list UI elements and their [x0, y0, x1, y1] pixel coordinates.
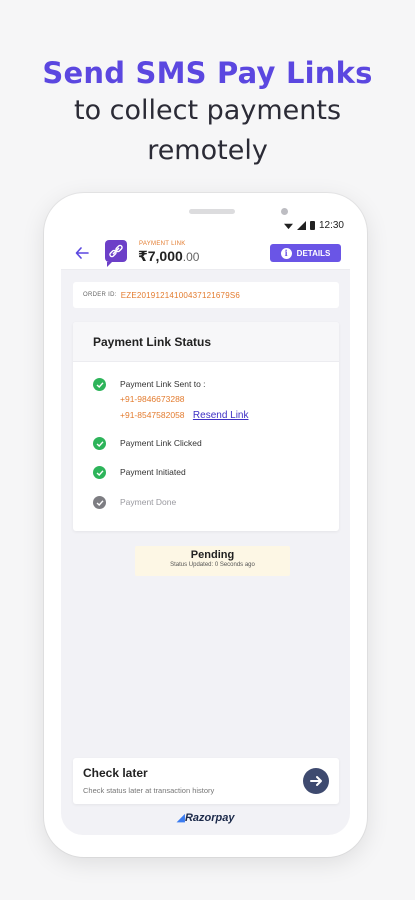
- camera: [281, 208, 288, 215]
- step-label: Payment Link Clicked: [120, 438, 202, 448]
- check-later-title: Check later: [83, 766, 148, 780]
- amount-decimal: .00: [182, 250, 200, 264]
- speaker: [189, 209, 235, 214]
- check-later-subtitle: Check status later at transaction histor…: [83, 786, 215, 795]
- wifi-icon: [283, 223, 293, 230]
- status-card-title: Payment Link Status: [73, 322, 339, 362]
- step-payment-done: Payment Done: [93, 496, 176, 509]
- phone-number-2: +91-8547582058: [120, 410, 185, 420]
- step-link-clicked: Payment Link Clicked: [93, 437, 202, 450]
- headline: Send SMS Pay Links to collect payments r…: [0, 56, 415, 170]
- status-time: 12:30: [318, 220, 344, 231]
- headline-subtitle-1: to collect payments: [73, 95, 342, 126]
- pending-status-badge: Pending Status Updated: 0 Seconds ago: [135, 546, 290, 576]
- step-payment-initiated: Payment Initiated: [93, 466, 186, 479]
- step-label: Payment Link Sent to :: [120, 379, 206, 389]
- order-id-card: ORDER ID: EZE20191214100437121679S6: [73, 282, 339, 308]
- check-icon: [93, 378, 106, 391]
- payment-link-label: PAYMENT LINK: [139, 241, 186, 247]
- app-screen: 12:30 PAYMENT LINK ₹7,000.00 i DETAILS O…: [61, 218, 350, 835]
- info-icon: i: [280, 247, 292, 259]
- brand-mark-icon: ◢: [176, 812, 185, 824]
- check-later-button[interactable]: Check later Check status later at transa…: [73, 758, 339, 804]
- check-icon: [93, 496, 106, 509]
- signal-icon: [296, 221, 306, 230]
- razorpay-logo: ◢Razorpay: [61, 811, 350, 824]
- battery-icon: [309, 221, 315, 230]
- back-arrow-icon[interactable]: [75, 246, 89, 260]
- resend-link-button[interactable]: Resend Link: [193, 410, 249, 421]
- amount: ₹7,000.00: [138, 248, 199, 265]
- phone-number-row: +91-8547582058 Resend Link: [120, 407, 249, 424]
- pending-title: Pending: [190, 549, 235, 561]
- check-icon: [93, 466, 106, 479]
- headline-title: Send SMS Pay Links: [42, 56, 373, 90]
- payment-link-status-card: Payment Link Status Payment Link Sent to…: [73, 322, 339, 531]
- phone-number-1: +91-9846673288: [120, 394, 185, 404]
- status-bar: 12:30: [61, 218, 350, 236]
- phone-frame: 12:30 PAYMENT LINK ₹7,000.00 i DETAILS O…: [44, 193, 367, 857]
- step-label: Payment Initiated: [120, 467, 186, 477]
- step-label: Payment Done: [120, 497, 177, 507]
- order-id-label: ORDER ID:: [83, 292, 117, 298]
- details-button[interactable]: i DETAILS: [270, 244, 341, 262]
- details-label: DETAILS: [296, 248, 331, 258]
- headline-subtitle-2: remotely: [147, 135, 268, 166]
- amount-main: ₹7,000: [138, 248, 183, 264]
- pending-subtitle: Status Updated: 0 Seconds ago: [170, 562, 255, 568]
- payment-link-icon: [105, 240, 127, 267]
- order-id-value: EZE20191214100437121679S6: [120, 290, 241, 300]
- step-link-sent: Payment Link Sent to : +91-9846673288 +9…: [93, 378, 249, 424]
- arrow-right-icon[interactable]: [303, 768, 329, 794]
- app-bar: PAYMENT LINK ₹7,000.00 i DETAILS: [61, 236, 350, 270]
- check-icon: [93, 437, 106, 450]
- brand-name: Razorpay: [184, 812, 235, 824]
